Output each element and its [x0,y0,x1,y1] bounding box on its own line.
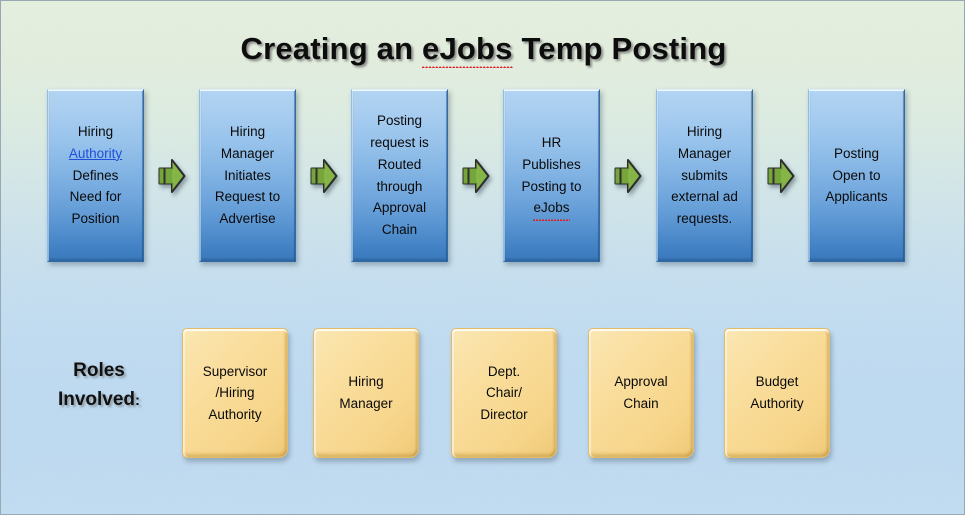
role-box-4-line-2: Chain [623,396,659,411]
role-box-5[interactable]: Budget Authority [724,328,830,458]
process-step-5-line-5: requests. [676,211,733,227]
process-step-5-line-1: Hiring [686,123,723,139]
process-step-6-line-1: Posting [833,145,879,161]
process-step-4-line-3: Posting to [521,178,582,194]
right-arrow-icon-3 [462,157,490,195]
slide-canvas: Creating an eJobs Temp Posting Hiring Au… [0,0,965,515]
process-step-2-line-2: Manager [220,145,275,161]
process-step-3-line-4: through [376,178,423,194]
right-arrow-icon-5 [767,157,795,195]
process-step-3-text: Posting request is Routed through Approv… [370,110,429,241]
right-arrow-icon-4 [614,157,642,195]
process-step-5[interactable]: Hiring Manager submits external ad reque… [656,89,753,262]
process-step-4-misspelled-word: eJobs [533,197,570,222]
process-step-1[interactable]: Hiring Authority Defines Need for Positi… [47,89,144,262]
role-box-3-text: Dept. Chair/ Director [480,361,527,426]
role-box-2-line-2: Manager [339,396,393,411]
process-step-3-line-3: Routed [377,156,422,172]
role-box-2[interactable]: Hiring Manager [313,328,419,458]
right-arrow-icon-1 [158,157,186,195]
role-box-3[interactable]: Dept. Chair/ Director [451,328,557,458]
process-step-3[interactable]: Posting request is Routed through Approv… [351,89,448,262]
page-title: Creating an eJobs Temp Posting [1,31,964,68]
process-step-5-line-2: Manager [677,145,732,161]
role-box-3-line-1: Dept. [487,363,521,379]
roles-row: Supervisor /Hiring Authority Hiring Mana… [1,328,964,463]
role-box-3-line-3: Director [480,406,528,422]
role-box-3-line-2: Chair/ [485,385,522,401]
role-box-1-line-3: Authority [208,406,262,422]
process-step-5-line-3: submits [681,167,728,183]
page-title-suffix: Temp Posting [512,31,727,66]
page-title-prefix: Creating an [240,31,423,66]
process-step-1-authority-link[interactable]: Authority [69,146,122,161]
role-box-1-line-2: /Hiring [215,385,255,401]
process-flow-row: Hiring Authority Defines Need for Positi… [1,89,964,264]
process-step-1-line-5: Position [71,211,120,227]
page-title-misspelled-word: eJobs [422,31,513,68]
process-step-3-line-5: Approval [372,200,427,216]
process-step-5-text: Hiring Manager submits external ad reque… [671,121,738,230]
process-step-2-line-4: Request to [214,189,281,205]
role-box-4[interactable]: Approval Chain [588,328,694,458]
process-step-3-line-1: Posting [376,112,423,128]
process-step-4-line-2: Publishes [522,156,581,172]
process-step-2-line-3: Initiates [224,167,271,183]
process-step-6-text: Posting Open to Applicants [825,143,887,209]
role-box-4-text: Approval Chain [614,371,667,414]
right-arrow-icon-2 [310,157,338,195]
role-box-5-line-2: Authority [750,396,804,411]
process-step-4-text: HR Publishes Posting to eJobs [521,132,582,222]
role-box-2-line-1: Hiring [348,374,384,390]
process-step-5-line-4: external ad [671,189,738,205]
role-box-2-text: Hiring Manager [339,371,392,414]
process-step-6[interactable]: Posting Open to Applicants [808,89,905,262]
process-step-3-line-6: Chain [381,222,418,238]
process-step-1-line-1: Hiring [77,123,114,139]
process-step-2[interactable]: Hiring Manager Initiates Request to Adve… [199,89,296,262]
role-box-5-line-1: Budget [755,374,799,390]
role-box-1-line-1: Supervisor [202,363,268,379]
process-step-4[interactable]: HR Publishes Posting to eJobs [503,89,600,262]
role-box-1-text: Supervisor /Hiring Authority [203,361,268,426]
process-step-1-line-4: Need for [69,189,122,205]
role-box-5-text: Budget Authority [750,371,803,414]
process-step-3-line-2: request is [370,134,429,150]
process-step-6-line-2: Open to [832,167,881,183]
role-box-4-line-1: Approval [614,374,668,390]
process-step-1-line-3: Defines [72,167,119,183]
process-step-6-line-3: Applicants [825,189,888,205]
process-step-1-text: Hiring Authority Defines Need for Positi… [69,121,122,230]
process-step-2-line-5: Advertise [219,211,276,227]
process-step-4-line-1: HR [541,134,562,150]
role-box-1[interactable]: Supervisor /Hiring Authority [182,328,288,458]
process-step-2-text: Hiring Manager Initiates Request to Adve… [215,121,280,230]
process-step-2-line-1: Hiring [229,123,266,139]
